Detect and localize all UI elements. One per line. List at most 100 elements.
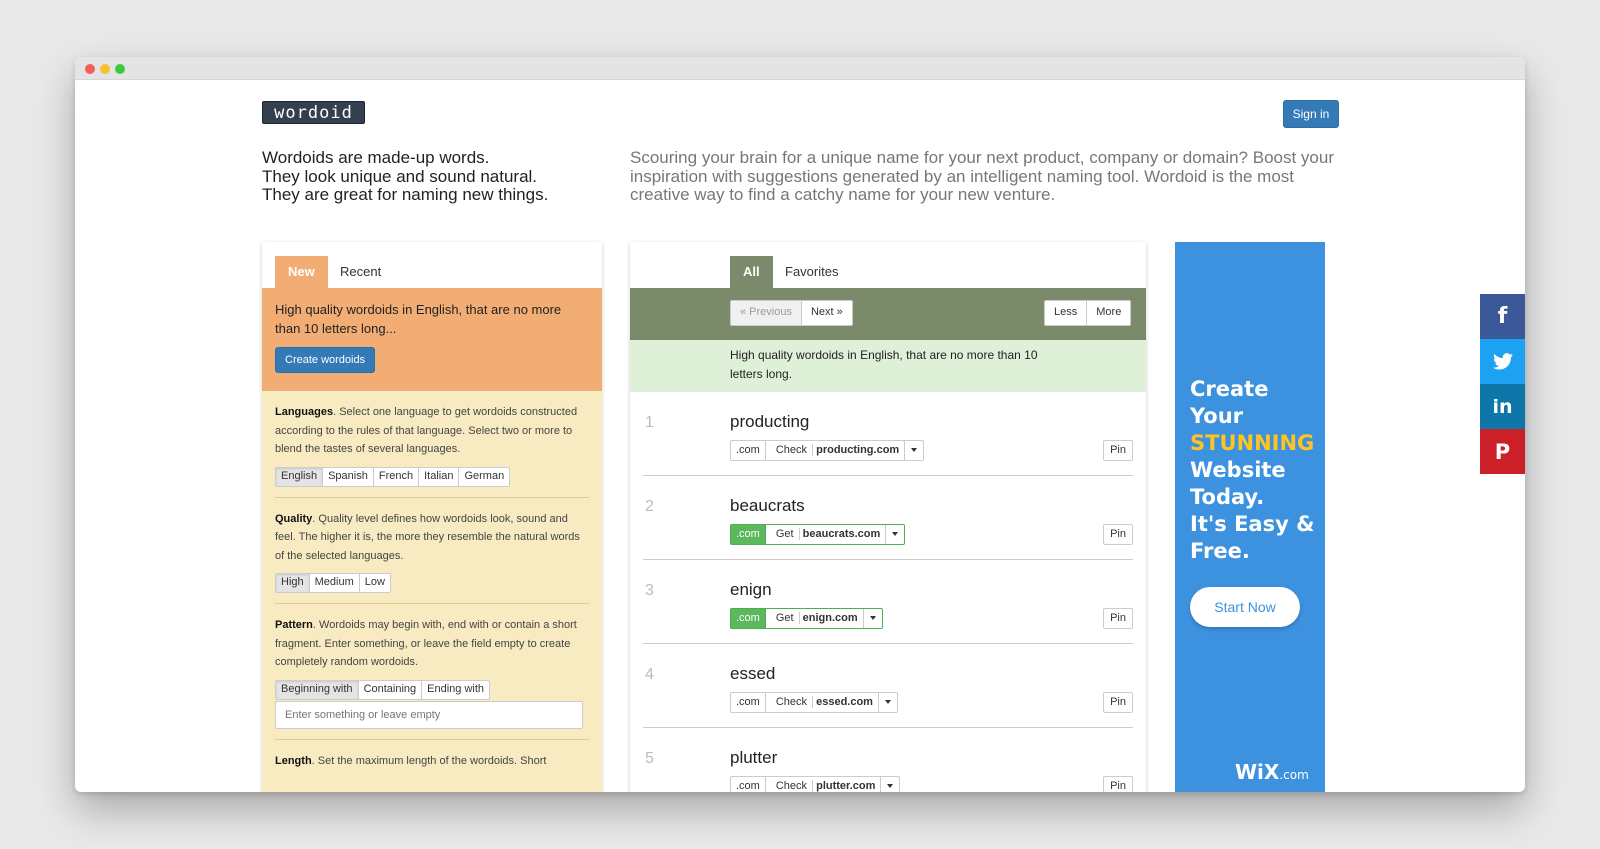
word-text[interactable]: essed bbox=[730, 664, 775, 684]
amount-controls: Less More bbox=[1044, 300, 1132, 326]
pin-button[interactable]: Pin bbox=[1103, 608, 1133, 629]
quality-description: . Quality level defines how wordoids loo… bbox=[275, 512, 580, 562]
word-text[interactable]: producting bbox=[730, 412, 809, 432]
generator-tabs: New Recent bbox=[262, 242, 602, 288]
language-option-english[interactable]: English bbox=[276, 467, 324, 486]
domain-check-button[interactable]: Check producting.com bbox=[766, 441, 906, 460]
pattern-selector: Beginning with Containing Ending with bbox=[275, 679, 491, 700]
tld-badge[interactable]: .com bbox=[731, 777, 766, 792]
word-number: 4 bbox=[645, 666, 654, 683]
facebook-share-icon[interactable]: f bbox=[1480, 294, 1525, 339]
domain-check-button[interactable]: Check plutter.com bbox=[766, 777, 882, 792]
pattern-option-containing[interactable]: Containing bbox=[359, 680, 423, 699]
minimize-window-button[interactable] bbox=[100, 64, 110, 74]
language-selector: English Spanish French Italian German bbox=[275, 466, 511, 487]
close-window-button[interactable] bbox=[85, 64, 95, 74]
create-wordoids-button[interactable]: Create wordoids bbox=[275, 347, 376, 373]
linkedin-share-icon[interactable]: in bbox=[1480, 384, 1525, 429]
twitter-bird-icon bbox=[1492, 353, 1513, 370]
summary-text: High quality wordoids in English, that a… bbox=[275, 302, 562, 336]
word-text[interactable]: enign bbox=[730, 580, 772, 600]
intro-text: Scouring your brain for a unique name fo… bbox=[630, 148, 1334, 204]
domain-check-group: .com Get enign.com bbox=[730, 608, 883, 629]
word-number: 2 bbox=[645, 498, 654, 515]
domain-dropdown-toggle[interactable] bbox=[881, 777, 899, 792]
next-button[interactable]: Next » bbox=[802, 301, 852, 325]
results-panel: All Favorites « Previous Next » Less Mor… bbox=[630, 242, 1146, 792]
length-title: Length bbox=[275, 754, 312, 767]
tab-recent[interactable]: Recent bbox=[327, 256, 394, 288]
word-row: 4 essed .com Check essed.com Pin bbox=[643, 644, 1133, 728]
word-text[interactable]: beaucrats bbox=[730, 496, 805, 516]
tagline: Wordoids are made-up words. They look un… bbox=[262, 148, 549, 205]
word-number: 1 bbox=[645, 414, 654, 431]
less-button[interactable]: Less bbox=[1045, 301, 1088, 325]
quality-title: Quality bbox=[275, 512, 313, 525]
maximize-window-button[interactable] bbox=[115, 64, 125, 74]
pin-button[interactable]: Pin bbox=[1103, 440, 1133, 461]
language-option-french[interactable]: French bbox=[374, 467, 420, 486]
pattern-input[interactable] bbox=[275, 700, 583, 729]
domain-get-button[interactable]: Get enign.com bbox=[766, 609, 864, 628]
pattern-option-ending[interactable]: Ending with bbox=[422, 681, 489, 699]
chevron-down-icon bbox=[887, 784, 894, 789]
generator-panel: New Recent High quality wordoids in Engl… bbox=[262, 242, 602, 792]
ad-start-now-button[interactable]: Start Now bbox=[1190, 587, 1300, 627]
pinterest-share-icon[interactable]: P bbox=[1480, 429, 1525, 474]
pattern-description: . Wordoids may begin with, end with or c… bbox=[275, 619, 577, 668]
pattern-title: Pattern bbox=[275, 619, 313, 631]
generator-summary: High quality wordoids in English, that a… bbox=[262, 288, 602, 391]
tld-badge[interactable]: .com bbox=[731, 525, 766, 544]
tagline-line: They are great for naming new things. bbox=[262, 185, 549, 204]
tagline-line: They look unique and sound natural. bbox=[262, 166, 538, 186]
tab-favorites[interactable]: Favorites bbox=[772, 256, 851, 288]
pin-button[interactable]: Pin bbox=[1103, 524, 1133, 545]
pattern-option-beginning[interactable]: Beginning with bbox=[276, 680, 359, 699]
word-number: 5 bbox=[645, 750, 654, 767]
tab-new[interactable]: New bbox=[275, 256, 328, 288]
quality-section: Quality. Quality level defines how wordo… bbox=[275, 498, 589, 604]
domain-check-button[interactable]: Check essed.com bbox=[766, 693, 879, 712]
language-option-german[interactable]: German bbox=[459, 468, 509, 486]
page-content: wordoid Sign in Wordoids are made-up wor… bbox=[75, 81, 1525, 792]
language-option-spanish[interactable]: Spanish bbox=[323, 467, 374, 486]
word-row: 1 producting .com Check producting.com P… bbox=[643, 392, 1133, 476]
social-share-bar: f t in P bbox=[1480, 294, 1525, 474]
pin-button[interactable]: Pin bbox=[1103, 692, 1133, 713]
domain-dropdown-toggle[interactable] bbox=[879, 693, 897, 712]
domain-check-group: .com Check producting.com bbox=[730, 440, 925, 461]
quality-option-medium[interactable]: Medium bbox=[310, 574, 360, 592]
domain-name: plutter.com bbox=[816, 780, 876, 792]
more-button[interactable]: More bbox=[1087, 301, 1130, 325]
tagline-line: Wordoids are made-up words. bbox=[262, 148, 490, 167]
languages-title: Languages bbox=[275, 406, 334, 418]
ad-highlight: STUNNING bbox=[1190, 431, 1315, 455]
domain-get-button[interactable]: Get beaucrats.com bbox=[766, 525, 887, 544]
twitter-share-icon[interactable]: t bbox=[1480, 339, 1525, 384]
language-option-italian[interactable]: Italian bbox=[419, 467, 460, 486]
wordoid-logo[interactable]: wordoid bbox=[262, 101, 365, 124]
domain-dropdown-toggle[interactable] bbox=[886, 525, 904, 544]
tld-badge[interactable]: .com bbox=[731, 609, 766, 628]
previous-button[interactable]: « Previous bbox=[731, 301, 802, 325]
tld-badge[interactable]: .com bbox=[731, 441, 766, 460]
wix-advertisement[interactable]: Create Your STUNNING Website Today. It's… bbox=[1175, 242, 1325, 792]
domain-name: beaucrats.com bbox=[802, 528, 881, 540]
tld-badge[interactable]: .com bbox=[731, 693, 766, 712]
length-section: Length. Set the maximum length of the wo… bbox=[275, 740, 589, 781]
pagination: « Previous Next » bbox=[730, 300, 853, 326]
quality-selector: High Medium Low bbox=[275, 573, 391, 593]
quality-option-high[interactable]: High bbox=[276, 574, 310, 592]
domain-check-group: .com Get beaucrats.com bbox=[730, 524, 906, 545]
word-text[interactable]: plutter bbox=[730, 748, 777, 768]
domain-dropdown-toggle[interactable] bbox=[905, 441, 923, 460]
pin-button[interactable]: Pin bbox=[1103, 776, 1133, 792]
tab-all[interactable]: All bbox=[730, 256, 773, 288]
wix-logo: WiX.com bbox=[1235, 760, 1309, 784]
word-row: 5 plutter .com Check plutter.com Pin bbox=[643, 728, 1133, 792]
quality-option-low[interactable]: Low bbox=[360, 574, 390, 592]
sign-in-button[interactable]: Sign in bbox=[1283, 100, 1339, 128]
ad-headline: Create Your STUNNING Website Today. It's… bbox=[1190, 377, 1315, 563]
domain-name: essed.com bbox=[816, 696, 873, 708]
domain-dropdown-toggle[interactable] bbox=[864, 609, 882, 628]
